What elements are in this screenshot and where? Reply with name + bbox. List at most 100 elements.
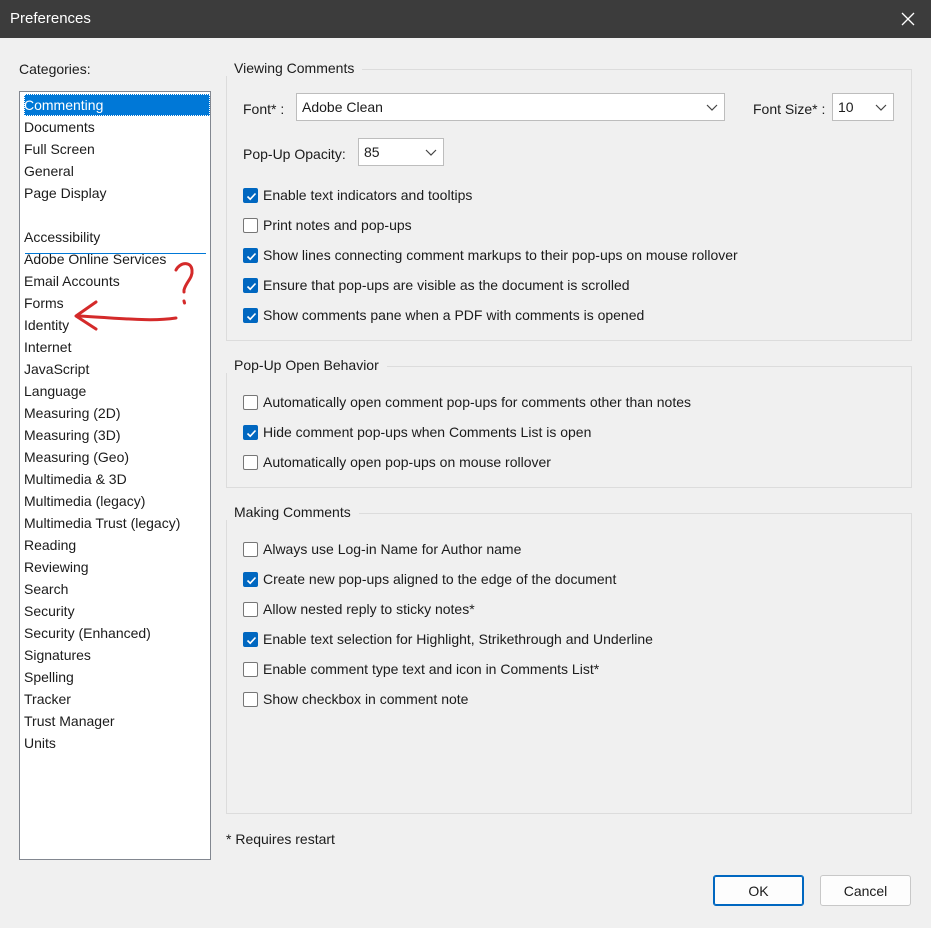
categories-list[interactable]: Commenting Documents Full Screen General… [19,91,211,860]
checkbox-label: Enable text indicators and tooltips [263,187,473,203]
chevron-down-icon [706,104,718,111]
category-internet[interactable]: Internet [24,336,210,358]
close-button[interactable] [885,0,931,38]
checkbox-box[interactable] [243,277,258,293]
category-spelling[interactable]: Spelling [24,666,210,688]
checkbox-box[interactable] [243,571,258,587]
title-bar: Preferences [0,0,931,38]
checkbox-label: Enable text selection for Highlight, Str… [263,631,653,647]
category-units[interactable]: Units [24,732,210,754]
checkbox-open-on-rollover[interactable]: Automatically open pop-ups on mouse roll… [243,452,551,472]
font-size-select[interactable]: 10 [832,93,894,121]
checkbox-label: Always use Log-in Name for Author name [263,541,522,557]
checkbox-box[interactable] [243,187,258,203]
checkbox-label: Show checkbox in comment note [263,691,469,707]
font-select-value: Adobe Clean [302,99,383,115]
category-multimedia-trust-legacy[interactable]: Multimedia Trust (legacy) [24,512,210,534]
category-page-display[interactable]: Page Display [24,182,210,204]
checkbox-align-popups[interactable]: Create new pop-ups aligned to the edge o… [243,569,616,589]
font-size-value: 10 [838,99,854,115]
checkbox-label: Ensure that pop-ups are visible as the d… [263,277,630,293]
category-measuring-geo[interactable]: Measuring (Geo) [24,446,210,468]
checkbox-box[interactable] [243,631,258,647]
category-reading[interactable]: Reading [24,534,210,556]
checkmark-icon [246,312,257,320]
checkbox-ensure-visible[interactable]: Ensure that pop-ups are visible as the d… [243,275,630,295]
checkbox-comment-type[interactable]: Enable comment type text and icon in Com… [243,659,599,679]
checkbox-label: Automatically open pop-ups on mouse roll… [263,454,551,470]
checkbox-label: Enable comment type text and icon in Com… [263,661,600,677]
checkbox-label: Automatically open comment pop-ups for c… [263,394,691,410]
checkmark-icon [246,252,257,260]
chevron-down-icon [875,104,887,111]
font-select[interactable]: Adobe Clean [296,93,725,121]
checkmark-icon [246,636,257,644]
category-forms[interactable]: Forms [24,292,210,314]
checkbox-login-name[interactable]: Always use Log-in Name for Author name [243,539,521,559]
checkbox-box[interactable] [243,424,258,440]
font-label: Font* : [243,101,285,117]
category-signatures[interactable]: Signatures [24,644,210,666]
category-adobe-online-services[interactable]: Adobe Online Services [24,248,210,270]
category-tracker[interactable]: Tracker [24,688,210,710]
opacity-select[interactable]: 85 [358,138,444,166]
checkbox-show-lines[interactable]: Show lines connecting comment markups to… [243,245,738,265]
checkbox-label: Show comments pane when a PDF with comme… [263,307,645,323]
checkbox-box[interactable] [243,394,258,410]
categories-label: Categories: [19,61,91,77]
checkbox-label: Show lines connecting comment markups to… [263,247,738,263]
requires-restart-note: * Requires restart [226,831,335,847]
checkbox-box[interactable] [243,247,258,263]
checkbox-label: Create new pop-ups aligned to the edge o… [263,571,617,587]
category-multimedia-legacy[interactable]: Multimedia (legacy) [24,490,210,512]
viewing-comments-title: Viewing Comments [226,60,363,76]
checkbox-show-checkbox[interactable]: Show checkbox in comment note [243,689,468,709]
checkbox-hide-popups[interactable]: Hide comment pop-ups when Comments List … [243,422,591,442]
category-accessibility[interactable]: Accessibility [24,226,210,248]
checkmark-icon [246,282,257,290]
category-search[interactable]: Search [24,578,210,600]
chevron-down-icon [425,149,437,156]
checkmark-icon [246,576,257,584]
ok-button[interactable]: OK [713,875,804,906]
checkbox-box[interactable] [243,307,258,323]
category-documents[interactable]: Documents [24,116,210,138]
cancel-button[interactable]: Cancel [820,875,911,906]
category-email-accounts[interactable]: Email Accounts [24,270,210,292]
opacity-value: 85 [364,144,380,160]
making-comments-title: Making Comments [226,504,359,520]
checkbox-enable-text-indicators[interactable]: Enable text indicators and tooltips [243,185,472,205]
category-security[interactable]: Security [24,600,210,622]
category-full-screen[interactable]: Full Screen [24,138,210,160]
checkbox-box[interactable] [243,691,258,707]
checkbox-box[interactable] [243,217,258,233]
popup-open-behavior-title: Pop-Up Open Behavior [226,357,387,373]
checkbox-show-comments-pane[interactable]: Show comments pane when a PDF with comme… [243,305,644,325]
category-identity[interactable]: Identity [24,314,210,336]
checkbox-box[interactable] [243,454,258,470]
category-trust-manager[interactable]: Trust Manager [24,710,210,732]
checkmark-icon [246,192,257,200]
dialog-content: Categories: Commenting Documents Full Sc… [0,38,931,928]
window-title: Preferences [10,10,91,27]
checkbox-auto-open-popups[interactable]: Automatically open comment pop-ups for c… [243,392,691,412]
category-measuring-3d[interactable]: Measuring (3D) [24,424,210,446]
category-measuring-2d[interactable]: Measuring (2D) [24,402,210,424]
font-size-label: Font Size* : [753,101,826,117]
category-security-enhanced[interactable]: Security (Enhanced) [24,622,210,644]
checkbox-box[interactable] [243,541,258,557]
category-commenting[interactable]: Commenting [24,94,210,116]
category-multimedia-3d[interactable]: Multimedia & 3D [24,468,210,490]
checkbox-text-selection[interactable]: Enable text selection for Highlight, Str… [243,629,653,649]
category-language[interactable]: Language [24,380,210,402]
checkbox-label: Allow nested reply to sticky notes* [263,601,475,617]
checkmark-icon [246,429,257,437]
checkbox-print-notes[interactable]: Print notes and pop-ups [243,215,412,235]
checkbox-nested-reply[interactable]: Allow nested reply to sticky notes* [243,599,475,619]
checkbox-box[interactable] [243,601,258,617]
category-javascript[interactable]: JavaScript [24,358,210,380]
checkbox-box[interactable] [243,661,258,677]
category-general[interactable]: General [24,160,210,182]
category-reviewing[interactable]: Reviewing [24,556,210,578]
opacity-label: Pop-Up Opacity: [243,146,346,162]
